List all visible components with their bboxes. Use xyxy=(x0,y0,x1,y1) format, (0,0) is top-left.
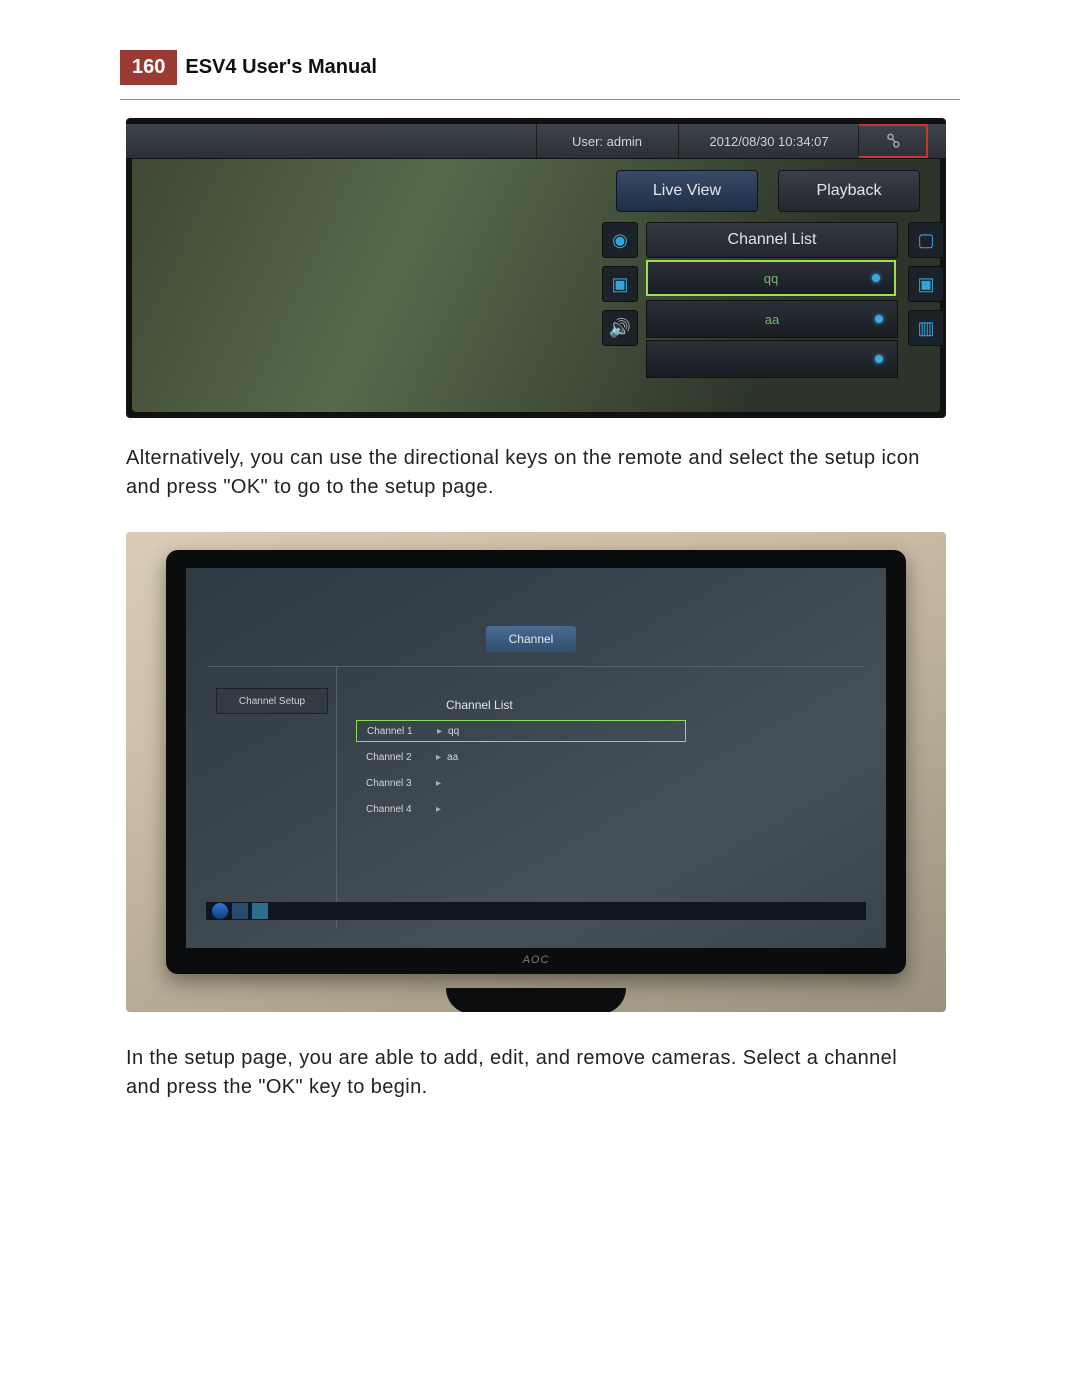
channel-slot-label: Channel 1 xyxy=(367,726,437,737)
screenshot-live-view: User: admin 2012/08/30 10:34:07 Live Vie… xyxy=(126,118,946,418)
playback-button[interactable]: Playback xyxy=(778,170,920,212)
manual-title: ESV4 User's Manual xyxy=(185,50,377,85)
channel-name-label: qq xyxy=(448,726,459,737)
chevron-right-icon: ▸ xyxy=(436,778,441,789)
audio-icon[interactable]: 🔊 xyxy=(602,310,638,346)
chevron-right-icon: ▸ xyxy=(436,804,441,815)
channel-tab[interactable]: Channel xyxy=(486,626,576,652)
start-icon[interactable] xyxy=(212,903,228,919)
instruction-paragraph-2: In the setup page, you are able to add, … xyxy=(126,1044,926,1102)
status-dot-icon xyxy=(875,355,883,363)
channel-row[interactable]: aa xyxy=(646,300,898,338)
stats-icon[interactable]: ▥ xyxy=(908,310,944,346)
channel-row[interactable]: qq xyxy=(646,260,896,296)
header-divider xyxy=(120,99,960,100)
settings-icon[interactable] xyxy=(858,124,928,158)
channel-setup-row[interactable]: Channel 2 ▸ aa xyxy=(356,746,686,768)
chevron-right-icon: ▸ xyxy=(437,726,442,737)
monitor-stand xyxy=(446,988,626,1012)
channel-setup-row[interactable]: Channel 4 ▸ xyxy=(356,798,686,820)
taskbar xyxy=(206,902,866,920)
live-view-button[interactable]: Live View xyxy=(616,170,758,212)
taskbar-app-icon[interactable] xyxy=(232,903,248,919)
channel-row-label: qq xyxy=(764,271,778,286)
channel-slot-label: Channel 3 xyxy=(366,778,436,789)
status-dot-icon xyxy=(872,274,880,282)
channel-slot-label: Channel 4 xyxy=(366,804,436,815)
channel-list-header: Channel List xyxy=(646,222,898,258)
grid-icon[interactable]: ▢ xyxy=(908,222,944,258)
channel-name-label: aa xyxy=(447,752,458,763)
monitor-brand-label: AOC xyxy=(523,954,550,966)
instruction-paragraph-1: Alternatively, you can use the direction… xyxy=(126,444,926,502)
timestamp-label: 2012/08/30 10:34:07 xyxy=(678,124,859,158)
screenshot-channel-setup: Channel Channel Setup Channel List Chann… xyxy=(126,532,946,1012)
chevron-right-icon: ▸ xyxy=(436,752,441,763)
fullscreen-icon[interactable]: ▣ xyxy=(908,266,944,302)
status-bar: User: admin 2012/08/30 10:34:07 xyxy=(126,124,946,159)
channel-setup-row[interactable]: Channel 1 ▸ qq xyxy=(356,720,686,742)
channel-row[interactable] xyxy=(646,340,898,378)
user-label: User: admin xyxy=(536,124,677,158)
channel-list-title: Channel List xyxy=(446,698,513,712)
channel-slot-label: Channel 2 xyxy=(366,752,436,763)
record-icon[interactable]: ◉ xyxy=(602,222,638,258)
snapshot-icon[interactable]: ▣ xyxy=(602,266,638,302)
sidebar-channel-setup[interactable]: Channel Setup xyxy=(216,688,328,714)
taskbar-app-icon[interactable] xyxy=(252,903,268,919)
page-number-badge: 160 xyxy=(120,50,177,85)
status-dot-icon xyxy=(875,315,883,323)
channel-setup-row[interactable]: Channel 3 ▸ xyxy=(356,772,686,794)
page-header: 160 ESV4 User's Manual xyxy=(120,50,960,85)
monitor-bezel: Channel Channel Setup Channel List Chann… xyxy=(166,550,906,974)
channel-row-label: aa xyxy=(765,312,779,327)
